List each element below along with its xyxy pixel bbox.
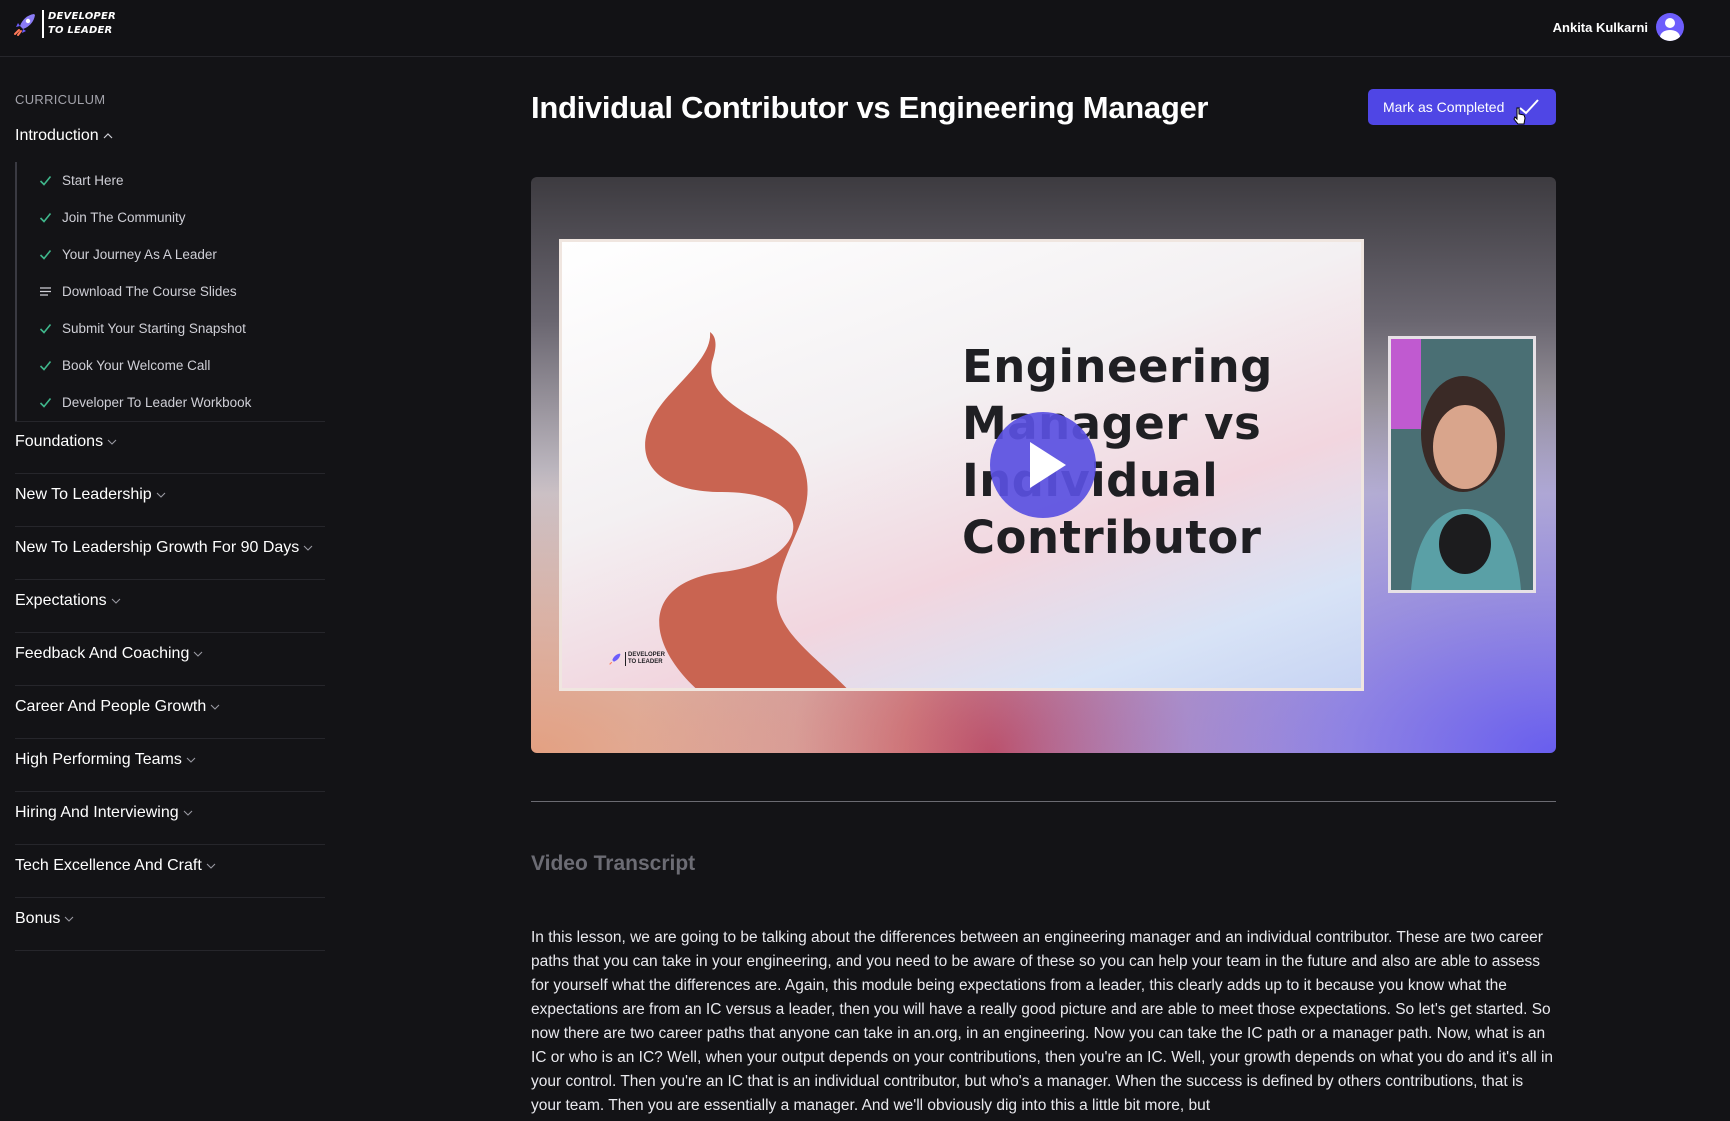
section-new-to-leadership[interactable]: New To Leadership [15,474,325,527]
section-header[interactable]: Expectations [15,580,325,610]
chevron-down-icon [107,439,117,445]
transcript-text: In this lesson, we are going to be talki… [531,929,1554,1114]
transcript-heading: Video Transcript [531,852,696,875]
lesson-item[interactable]: Join The Community [17,199,325,236]
chevron-down-icon [186,757,196,763]
lines-icon [40,287,51,296]
lesson-label: Your Journey As A Leader [62,247,217,262]
slide-logo-text: DEVELOPER TO LEADER [625,652,665,666]
section-header[interactable]: New To Leadership [15,474,325,504]
logo-text: DEVELOPER TO LEADER [42,10,116,38]
lesson-label: Start Here [62,173,124,188]
presenter-webcam [1388,336,1536,593]
lesson-label: Join The Community [62,210,186,225]
section-new-to-leadership-growth-for-90-days[interactable]: New To Leadership Growth For 90 Days [15,527,325,580]
rocket-icon [14,14,35,36]
lesson-item[interactable]: Book Your Welcome Call [17,347,325,384]
chevron-down-icon [111,598,120,604]
section-introduction[interactable]: Introduction [15,127,113,145]
section-bonus[interactable]: Bonus [15,898,325,951]
chevron-down-icon [64,916,74,922]
section-title: High Performing Teams [15,751,182,768]
lesson-label: Book Your Welcome Call [62,358,211,373]
chevron-down-icon [206,863,216,869]
presenter-image [1391,339,1533,590]
lesson-item[interactable]: Start Here [17,162,325,199]
check-icon [39,212,52,223]
section-header[interactable]: Bonus [15,898,325,928]
mark-as-completed-button[interactable]: Mark as Completed [1368,89,1556,125]
content-divider [531,801,1556,802]
curriculum-label: CURRICULUM [15,92,106,107]
section-header[interactable]: Foundations [15,421,325,451]
lesson-item[interactable]: Submit Your Starting Snapshot [17,310,325,347]
section-title: New To Leadership Growth For 90 Days [15,539,300,556]
section-header[interactable]: New To Leadership Growth For 90 Days [15,527,325,557]
section-title: Tech Excellence And Craft [15,857,202,874]
lesson-item[interactable]: Developer To Leader Workbook [17,384,325,421]
section-tech-excellence-and-craft[interactable]: Tech Excellence And Craft [15,845,325,898]
lesson-label: Developer To Leader Workbook [62,395,252,410]
section-foundations[interactable]: Foundations [15,421,325,474]
curriculum-sidebar: CURRICULUM Introduction Start Here Join T… [0,57,330,1121]
page-title: Individual Contributor vs Engineering Ma… [531,90,1209,125]
check-icon [39,175,52,186]
top-bar: DEVELOPER TO LEADER Ankita Kulkarni [0,0,1730,57]
section-title: Hiring And Interviewing [15,804,179,821]
section-title: Feedback And Coaching [15,645,190,662]
lesson-label: Submit Your Starting Snapshot [62,321,246,336]
user-name: Ankita Kulkarni [1552,19,1648,35]
user-menu[interactable]: Ankita Kulkarni [1553,12,1684,42]
section-title: Introduction [15,127,99,144]
section-high-performing-teams[interactable]: High Performing Teams [15,739,325,792]
chevron-down-icon [193,651,203,657]
slide-logo-line-2: TO LEADER [628,659,663,665]
section-header[interactable]: Hiring And Interviewing [15,792,325,822]
section-header[interactable]: Feedback And Coaching [15,633,325,663]
slide-logo-line-1: DEVELOPER [628,652,666,658]
mark-as-completed-label: Mark as Completed [1383,99,1505,115]
check-icon [39,397,52,408]
play-icon [1030,442,1066,488]
section-title: Expectations [15,592,107,609]
section-title: New To Leadership [15,486,152,503]
check-icon [39,323,52,334]
chevron-down-icon [156,492,166,498]
section-header[interactable]: Tech Excellence And Craft [15,845,325,875]
logo-line-2: TO LEADER [48,25,113,36]
slide-title-line: Contributor [962,511,1262,564]
section-header[interactable]: High Performing Teams [15,739,325,769]
check-icon [39,360,52,371]
section-hiring-and-interviewing[interactable]: Hiring And Interviewing [15,792,325,845]
chevron-down-icon [303,545,313,551]
chevron-down-icon [210,704,220,710]
lesson-label: Download The Course Slides [62,284,237,299]
chevron-up-icon [103,133,113,139]
lesson-list: Start Here Join The Community Your Journey… [15,162,325,421]
rocket-icon [609,653,621,665]
section-title: Foundations [15,433,104,450]
section-title: Career And People Growth [15,698,207,715]
logo[interactable]: DEVELOPER TO LEADER [12,10,116,38]
lesson-item[interactable]: Download The Course Slides [17,273,325,310]
play-button[interactable] [990,412,1096,518]
lesson-item[interactable]: Your Journey As A Leader [17,236,325,273]
section-title: Bonus [15,910,61,927]
section-header[interactable]: Career And People Growth [15,686,325,716]
logo-line-1: DEVELOPER [48,11,116,22]
video-slide: Engineering Manager vs Individual Contri… [559,239,1364,691]
mouse-cursor-icon [1513,107,1526,125]
slide-logo: DEVELOPER TO LEADER [608,652,665,666]
section-feedback-and-coaching[interactable]: Feedback And Coaching [15,633,325,686]
user-avatar-icon[interactable] [1656,13,1684,41]
slide-title-line: Engineering [962,340,1273,393]
video-player[interactable]: Engineering Manager vs Individual Contri… [531,177,1556,753]
section-career-and-people-growth[interactable]: Career And People Growth [15,686,325,739]
section-expectations[interactable]: Expectations [15,580,325,633]
check-icon [39,249,52,260]
chevron-down-icon [183,810,193,816]
